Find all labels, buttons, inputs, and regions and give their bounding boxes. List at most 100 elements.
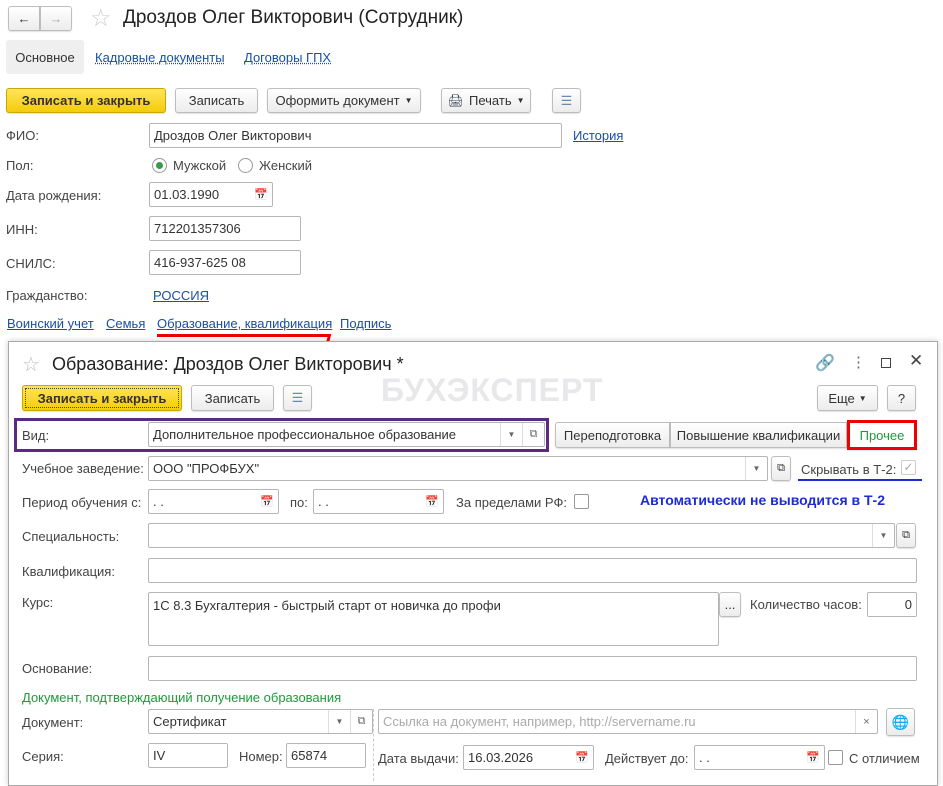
to-label: по: — [290, 495, 308, 510]
period-label: Период обучения с: — [22, 495, 142, 510]
education-link[interactable]: Образование, квалификация — [157, 316, 332, 331]
school-field[interactable]: ООО "ПРОФБУХ" ▼ — [148, 456, 768, 481]
abroad-label: За пределами РФ: — [456, 495, 567, 510]
doc-link-placeholder: Ссылка на документ, например, http://ser… — [383, 714, 696, 729]
dialog-title: Образование: Дроздов Олег Викторович * — [52, 354, 404, 374]
snils-label: СНИЛС: — [6, 256, 56, 271]
vid-other-button[interactable]: Прочее — [847, 420, 917, 450]
chevron-down-icon[interactable]: ▼ — [872, 524, 894, 547]
issue-value: 16.03.2026 — [468, 750, 534, 765]
save-close-button[interactable]: Записать и закрыть — [6, 88, 166, 113]
back-button[interactable]: ← — [8, 6, 40, 31]
honors-checkbox[interactable] — [828, 750, 843, 765]
chevron-down-icon: ▼ — [516, 96, 525, 105]
birth-field[interactable]: 01.03.1990 📅 — [149, 182, 273, 207]
chevron-down-icon[interactable]: ▼ — [328, 710, 350, 733]
favorite-star-icon[interactable]: ☆ — [22, 352, 40, 377]
period-to-value: . . — [318, 494, 329, 509]
save-button[interactable]: Записать — [175, 88, 258, 113]
close-icon[interactable]: ✕ — [909, 351, 923, 371]
vid-value: Дополнительное профессиональное образова… — [153, 427, 457, 442]
clear-icon[interactable]: × — [855, 710, 877, 733]
doc-field[interactable]: Сертификат ▼ ⧉ — [148, 709, 373, 734]
course-field[interactable]: 1С 8.3 Бухгалтерия - быстрый старт от но… — [148, 592, 719, 646]
history-link[interactable]: История — [573, 128, 623, 143]
abroad-checkbox[interactable] — [574, 494, 589, 509]
honors-label: С отличием — [849, 751, 920, 766]
more-actions-icon[interactable]: ⋮ — [851, 353, 866, 371]
vid-field[interactable]: Дополнительное профессиональное образова… — [148, 422, 545, 447]
tab-gph[interactable]: Договоры ГПХ — [244, 50, 331, 65]
help-button[interactable]: ? — [887, 385, 916, 411]
birth-label: Дата рождения: — [6, 188, 102, 203]
calendar-icon[interactable]: 📅 — [250, 183, 272, 206]
forward-button[interactable]: → — [40, 6, 72, 31]
hours-field[interactable]: 0 — [867, 592, 917, 617]
calendar-icon[interactable]: 📅 — [421, 490, 443, 513]
school-label: Учебное заведение: — [22, 461, 144, 476]
specialty-label: Специальность: — [22, 529, 120, 544]
page-title: Дроздов Олег Викторович (Сотрудник) — [123, 7, 464, 28]
divider — [373, 709, 374, 781]
open-icon[interactable]: ⧉ — [896, 523, 916, 548]
note-annotation: Автоматически не выводится в Т-2 — [640, 492, 885, 508]
course-label: Курс: — [22, 595, 54, 610]
signature-link[interactable]: Подпись — [340, 316, 391, 331]
vid-label: Вид: — [22, 428, 50, 443]
tab-main[interactable]: Основное — [6, 40, 84, 74]
family-link[interactable]: Семья — [106, 316, 145, 331]
open-icon[interactable]: ⧉ — [522, 423, 544, 446]
course-select-button[interactable]: ... — [719, 592, 741, 617]
period-from-value: . . — [153, 494, 164, 509]
blue-underline-annotation — [798, 479, 922, 481]
tab-hr-docs[interactable]: Кадровые документы — [95, 50, 225, 65]
vid-retraining-button[interactable]: Переподготовка — [555, 422, 670, 448]
period-to-field[interactable]: . . 📅 — [313, 489, 444, 514]
maximize-icon[interactable] — [881, 358, 891, 368]
dialog-save-button[interactable]: Записать — [191, 385, 274, 411]
female-radio[interactable] — [238, 158, 253, 173]
male-radio[interactable] — [152, 158, 167, 173]
calendar-icon[interactable]: 📅 — [571, 746, 593, 769]
dialog-save-close-button[interactable]: Записать и закрыть — [22, 385, 182, 411]
basis-label: Основание: — [22, 661, 93, 676]
calendar-icon[interactable]: 📅 — [256, 490, 278, 513]
open-icon[interactable]: ⧉ — [771, 456, 791, 481]
qualification-field[interactable] — [148, 558, 917, 583]
fio-field[interactable]: Дроздов Олег Викторович — [149, 123, 562, 148]
valid-field[interactable]: . . 📅 — [694, 745, 825, 770]
list-icon[interactable]: ☰ — [283, 385, 312, 411]
favorite-star-icon[interactable]: ☆ — [90, 4, 112, 33]
printer-icon: 🖨 — [447, 92, 464, 108]
more-label: Еще — [828, 390, 855, 406]
chevron-down-icon[interactable]: ▼ — [745, 457, 767, 480]
military-link[interactable]: Воинский учет — [7, 316, 94, 331]
specialty-field[interactable]: ▼ — [148, 523, 895, 548]
period-from-field[interactable]: . . 📅 — [148, 489, 279, 514]
issue-field[interactable]: 16.03.2026 📅 — [463, 745, 594, 770]
doc-link-field[interactable]: Ссылка на документ, например, http://ser… — [378, 709, 878, 734]
inn-field[interactable]: 712201357306 — [149, 216, 301, 241]
chevron-down-icon: ▼ — [858, 393, 867, 403]
list-icon[interactable]: ☰ — [552, 88, 581, 113]
open-icon[interactable]: ⧉ — [350, 710, 372, 733]
doc-value: Сертификат — [153, 714, 227, 729]
education-dialog: ☆ Образование: Дроздов Олег Викторович *… — [8, 341, 938, 786]
chevron-down-icon[interactable]: ▼ — [500, 423, 522, 446]
vid-advanced-training-button[interactable]: Повышение квалификации — [670, 422, 847, 448]
link-icon[interactable]: 🔗 — [815, 353, 835, 373]
hide-t2-checkbox[interactable]: ✓ — [901, 460, 916, 475]
calendar-icon[interactable]: 📅 — [802, 746, 824, 769]
print-button[interactable]: 🖨 Печать ▼ — [441, 88, 531, 113]
citizen-link[interactable]: РОССИЯ — [153, 288, 209, 303]
basis-field[interactable] — [148, 656, 917, 681]
fio-label: ФИО: — [6, 128, 39, 143]
snils-field[interactable]: 416-937-625 08 — [149, 250, 301, 275]
make-document-button[interactable]: Оформить документ ▼ — [267, 88, 421, 113]
series-field[interactable]: IV — [148, 743, 228, 768]
more-button[interactable]: Еще ▼ — [817, 385, 878, 411]
open-link-icon[interactable]: 🌐 — [886, 708, 915, 736]
number-label: Номер: — [239, 749, 283, 764]
number-field[interactable]: 65874 — [286, 743, 366, 768]
make-document-label: Оформить документ — [275, 93, 400, 108]
